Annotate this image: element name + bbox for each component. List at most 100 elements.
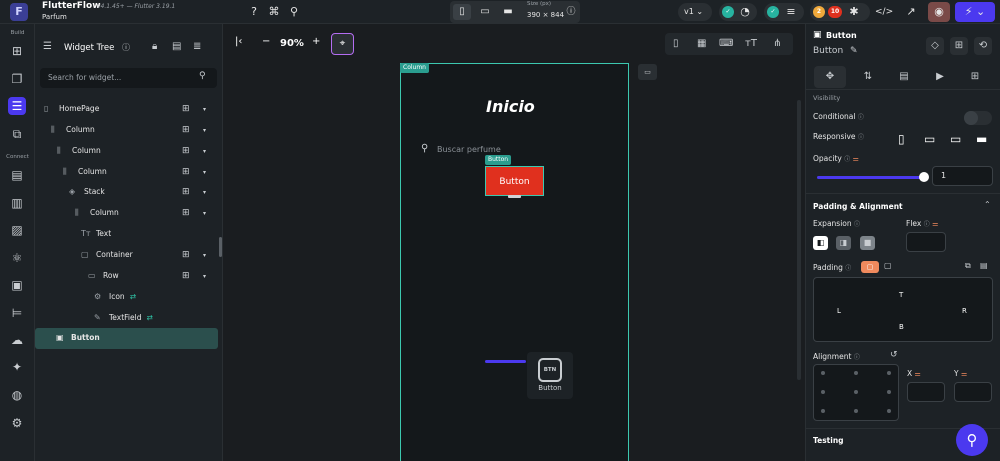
expansion-flexible-icon[interactable]: ◨ (836, 236, 851, 250)
expansion-none-icon[interactable]: ◧ (813, 236, 828, 250)
reset-icon[interactable]: ↺ (890, 350, 898, 360)
add-child-icon[interactable]: ⊞ (950, 37, 968, 55)
chat-icon[interactable]: ◔ (737, 4, 753, 20)
zoom-in-icon[interactable]: + (312, 36, 320, 47)
agent-icon[interactable]: ✦ (8, 358, 26, 376)
open-external-icon[interactable]: ↗ (903, 4, 919, 20)
help-search-fab-icon[interactable]: ⚲ (956, 424, 988, 456)
tablet-responsive-icon[interactable]: ▭ (924, 132, 935, 146)
code-icon[interactable]: </> (875, 4, 893, 20)
tree-node-icon[interactable]: ⚙ Icon ⇄ (94, 287, 136, 307)
caret-icon[interactable]: ▾ (203, 252, 206, 259)
caret-icon[interactable]: ▾ (203, 106, 206, 113)
align-dot[interactable] (887, 409, 891, 413)
desktop-responsive-icon[interactable]: ▬ (976, 132, 987, 146)
align-dot[interactable] (887, 371, 891, 375)
padding-right[interactable]: R (962, 307, 967, 315)
variable-icon[interactable]: ⚌ (915, 370, 921, 378)
lock-icon[interactable]: 🔒︎ (152, 41, 157, 52)
align-dot[interactable] (887, 390, 891, 394)
components-icon[interactable]: ⧉ (8, 125, 26, 143)
tree-node-row[interactable]: ▭ Row (88, 266, 119, 286)
layout-icon[interactable]: ▤ (172, 41, 181, 52)
magic-select-icon[interactable]: ⌖ (331, 33, 354, 55)
testing-header[interactable]: Testing (813, 436, 844, 445)
align-dot[interactable] (854, 390, 858, 394)
version-dropdown[interactable]: v1 ⌄ (678, 3, 712, 21)
tree-node-button[interactable]: ▣ Button (56, 328, 100, 348)
padding-alignment-header[interactable]: Padding & Alignment (813, 202, 903, 211)
convert-icon[interactable]: ⟲ (974, 37, 992, 55)
add-child-icon[interactable]: ⊞ (182, 102, 194, 116)
search-input[interactable]: Buscar perfume (437, 145, 501, 154)
variable-icon[interactable]: ⚌ (961, 370, 967, 378)
tab-backend-query[interactable]: ▤ (888, 66, 920, 88)
help-icon[interactable]: ? (246, 4, 262, 20)
checklist-icon[interactable]: ≡ (783, 4, 799, 20)
diamond-icon[interactable]: ◇ (926, 37, 944, 55)
api-icon[interactable]: ▥ (8, 194, 26, 212)
padding-bottom[interactable]: B (899, 323, 904, 331)
chevron-up-icon[interactable]: ⌃ (984, 200, 991, 209)
tablet-landscape-icon[interactable]: ▭ (950, 132, 961, 146)
variable-icon[interactable]: ⚌ (932, 220, 938, 228)
paste-icon[interactable]: ▤ (980, 261, 988, 270)
add-child-icon[interactable]: ⊞ (182, 123, 194, 137)
run-lightning-icon[interactable]: ⚡ ⌄ (955, 2, 995, 22)
integrations-icon[interactable]: ⚛ (8, 249, 26, 267)
caret-icon[interactable]: ▾ (203, 189, 206, 196)
keyboard-icon[interactable]: ⌨ (719, 38, 733, 49)
tree-node-stack[interactable]: ◈ Stack (69, 182, 105, 202)
widget-search-input[interactable]: Search for widget... ⚲ (40, 68, 217, 88)
desktop-device-icon[interactable]: ▬ (499, 4, 517, 20)
edit-pencil-icon[interactable]: ✎ (850, 46, 858, 56)
text-scale-icon[interactable]: ᴛT (745, 38, 757, 49)
sort-icon[interactable]: ≣ (193, 41, 201, 52)
add-child-icon[interactable]: ⊞ (182, 185, 194, 199)
align-x-input[interactable] (907, 382, 945, 402)
zoom-level[interactable]: 90% (280, 38, 304, 49)
tree-node-column[interactable]: ⫼ Column (51, 120, 95, 140)
canvas-scrollbar[interactable] (797, 100, 801, 380)
add-widget-icon[interactable]: ⊞ (8, 42, 26, 60)
bug-icon[interactable]: ✱ (846, 4, 862, 20)
tree-node-column[interactable]: ⫼ Column (57, 141, 101, 161)
expansion-expanded-icon[interactable]: ■ (860, 236, 875, 250)
dragged-widget-card[interactable]: BTN Button (527, 352, 573, 399)
resize-handle[interactable] (508, 195, 521, 198)
command-icon[interactable]: ⌘ (266, 4, 282, 20)
widget-name[interactable]: Button (813, 46, 843, 56)
align-dot[interactable] (821, 409, 825, 413)
caret-icon[interactable]: ▾ (203, 148, 206, 155)
project-name[interactable]: Parfum (42, 13, 67, 21)
tree-node-textfield[interactable]: ✎ TextField ⇄ (94, 308, 153, 328)
widget-tree-icon[interactable]: ☰ (8, 97, 26, 115)
tab-animations[interactable]: ▶ (924, 66, 956, 88)
padding-top[interactable]: T (899, 291, 903, 299)
theme-icon[interactable]: ◍ (8, 386, 26, 404)
caret-icon[interactable]: ▾ (203, 273, 206, 280)
info-icon[interactable]: ⓘ (563, 4, 579, 20)
add-child-icon[interactable]: ⊞ (182, 165, 194, 179)
tab-generate[interactable]: ⊞ (959, 66, 991, 88)
add-child-icon[interactable]: ⊞ (182, 269, 194, 283)
zoom-out-icon[interactable]: − (262, 36, 270, 47)
padding-left[interactable]: L (837, 307, 841, 315)
copy-icon[interactable]: ⧉ (965, 261, 971, 271)
cloud-icon[interactable]: ☁ (8, 331, 26, 349)
pages-icon[interactable]: ❐ (8, 70, 26, 88)
align-dot[interactable] (854, 409, 858, 413)
align-dot[interactable] (821, 390, 825, 394)
opacity-input[interactable]: 1 (932, 166, 993, 186)
tab-actions[interactable]: ⇅ (852, 66, 884, 88)
align-dot[interactable] (854, 371, 858, 375)
device-frame-icon[interactable]: ▦ (697, 38, 706, 49)
tree-scrollbar[interactable] (219, 237, 222, 257)
caret-icon[interactable]: ▾ (203, 169, 206, 176)
canvas-button[interactable]: Button (485, 166, 544, 196)
flutterflow-logo-icon[interactable]: F (10, 3, 28, 21)
padding-editor[interactable]: T L R B (813, 277, 993, 342)
tree-graph-icon[interactable]: ⋔ (773, 38, 781, 49)
collapse-panel-icon[interactable]: |‹ (235, 36, 242, 47)
phone-responsive-icon[interactable]: ▯ (898, 132, 905, 146)
